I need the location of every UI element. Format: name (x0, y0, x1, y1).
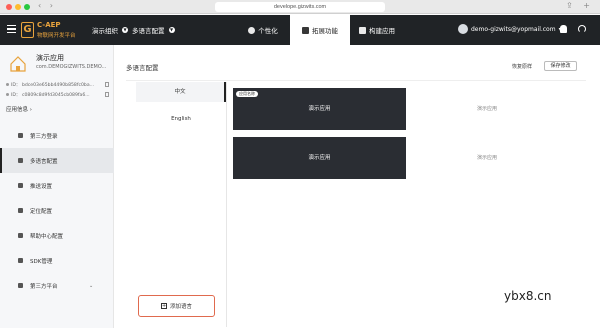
translation-value[interactable]: 演示应用 (477, 105, 497, 112)
logo-icon: G (21, 22, 34, 38)
sidebar: 演示应用 com.DEMOGIZWITS.DEMO... ID： bdce03e… (0, 45, 114, 328)
sidebar-item-label: SDK管理 (30, 258, 53, 265)
house-icon (10, 56, 26, 72)
minimize-window-button[interactable] (15, 4, 21, 10)
phone-icon (18, 258, 23, 263)
back-forward-icon[interactable]: ‹ › (38, 1, 56, 10)
sidebar-nav: 第三方登录 多语言配置 推送设置 定位配置 帮助中心配置 SDK管理 第三方平台… (0, 123, 114, 298)
preview-text: 演示应用 (308, 155, 331, 161)
app-info-link[interactable]: 应用信息 › (6, 105, 32, 113)
breadcrumb: 演示组织 ▼ 多语言配置 ▼ (92, 25, 175, 35)
account-menu[interactable]: demo-gizwits@yopmail.com ▾ (458, 24, 562, 34)
language-list-panel: 中文 English (136, 82, 226, 327)
id-icon (6, 93, 9, 96)
app-name-preview-card[interactable]: 演示应用 (233, 137, 406, 179)
key-icon (18, 133, 23, 138)
tab-extensions[interactable]: 拓展功能 (290, 15, 350, 45)
field-badge: 应用名称 (236, 91, 258, 97)
tab-label: 构建应用 (369, 27, 395, 35)
reset-button[interactable]: 恢复原样 (512, 63, 532, 70)
sidebar-item-label: 帮助中心配置 (30, 233, 64, 240)
top-tabs: 个性化 拓展功能 构建应用 (236, 15, 404, 45)
sidebar-item-location[interactable]: 定位配置 (0, 198, 114, 223)
location-icon (18, 208, 23, 213)
logo-subtitle: 物联网开发平台 (37, 33, 76, 39)
divider (126, 80, 586, 81)
zoom-window-button[interactable] (24, 4, 30, 10)
tab-label: 个性化 (258, 27, 278, 35)
address-bar[interactable]: develope.gizwits.com (215, 2, 385, 12)
sidebar-item-label: 定位配置 (30, 208, 53, 215)
chevron-down-icon: ⌄ (89, 282, 94, 289)
account-email: demo-gizwits@yopmail.com (471, 25, 556, 33)
language-list: 中文 English (136, 82, 226, 129)
send-icon (18, 183, 23, 188)
preview-text: 演示应用 (308, 106, 331, 112)
sidebar-item-multilanguage[interactable]: 多语言配置 (0, 148, 114, 173)
translation-value[interactable]: 演示应用 (477, 154, 497, 161)
language-item-chinese[interactable]: 中文 (136, 82, 226, 102)
main-content: 多语言配置 恢复原样 保存修改 中文 English + 添加语言 应用名称 演… (114, 45, 600, 328)
sidebar-item-label: 第三方平台 (30, 283, 58, 290)
app-name: 演示应用 (36, 54, 64, 62)
logo-title: C-AEP (37, 21, 61, 29)
sidebar-item-label: 推送设置 (30, 183, 53, 190)
bell-icon[interactable] (560, 25, 567, 33)
sidebar-item-label: 多语言配置 (30, 158, 58, 165)
palette-icon (248, 26, 256, 34)
plus-icon: + (160, 303, 167, 309)
save-button[interactable]: 保存修改 (544, 61, 577, 71)
hamburger-menu-icon[interactable] (7, 25, 16, 33)
app-header: G C-AEP 物联网开发平台 演示组织 ▼ 多语言配置 ▼ 个性化 拓展功能 … (0, 15, 600, 45)
app-id-row: ID： bdce03e65bb4490b858fc0ba... (6, 82, 94, 88)
sidebar-item-third-party-login[interactable]: 第三方登录 (0, 123, 114, 148)
sidebar-item-label: 第三方登录 (30, 133, 58, 140)
tab-build-app[interactable]: 构建应用 (350, 15, 404, 45)
breadcrumb-page[interactable]: 多语言配置 (132, 25, 165, 35)
share-icon[interactable]: ⇪ + (566, 1, 594, 10)
app-name-preview-card[interactable]: 应用名称 演示应用 (233, 88, 406, 130)
sidebar-item-help-center[interactable]: 帮助中心配置 (0, 223, 114, 248)
avatar (458, 24, 468, 34)
expand-icon (302, 26, 309, 34)
chevron-down-icon[interactable]: ▼ (168, 27, 175, 33)
id-icon (6, 83, 9, 86)
sidebar-item-push[interactable]: 推送设置 (0, 173, 114, 198)
breadcrumb-org[interactable]: 演示组织 (92, 25, 118, 35)
language-item-english[interactable]: English (136, 109, 226, 129)
app-id: ID： bdce03e65bb4490b858fc0ba... (11, 83, 95, 88)
tab-personalize[interactable]: 个性化 (236, 15, 290, 45)
headset-icon[interactable] (578, 25, 586, 33)
build-icon (359, 26, 366, 34)
translate-icon (18, 158, 23, 163)
divider (226, 82, 227, 327)
app-secret-row: ID： c0809c8d9fd3045cb089fa6... (6, 92, 90, 98)
copy-icon[interactable] (105, 82, 109, 87)
help-icon (18, 233, 23, 238)
close-window-button[interactable] (6, 4, 12, 10)
copy-icon[interactable] (105, 92, 109, 97)
sidebar-item-sdk[interactable]: SDK管理 (0, 248, 114, 273)
page-title: 多语言配置 (126, 64, 159, 72)
watermark-text: ybx8.cn (504, 289, 552, 303)
add-language-label: 添加语言 (169, 304, 192, 310)
browser-toolbar: ‹ › develope.gizwits.com ⇪ + (0, 0, 600, 14)
tab-label: 拓展功能 (312, 27, 338, 35)
app-secret: ID： c0809c8d9fd3045cb089fa6... (11, 93, 90, 98)
platform-icon (18, 283, 23, 288)
add-language-button[interactable]: + 添加语言 (138, 295, 215, 317)
sidebar-item-third-party-platform[interactable]: 第三方平台 ⌄ (0, 273, 114, 298)
app-package: com.DEMOGIZWITS.DEMO... (36, 64, 107, 70)
chevron-down-icon[interactable]: ▼ (122, 27, 128, 33)
